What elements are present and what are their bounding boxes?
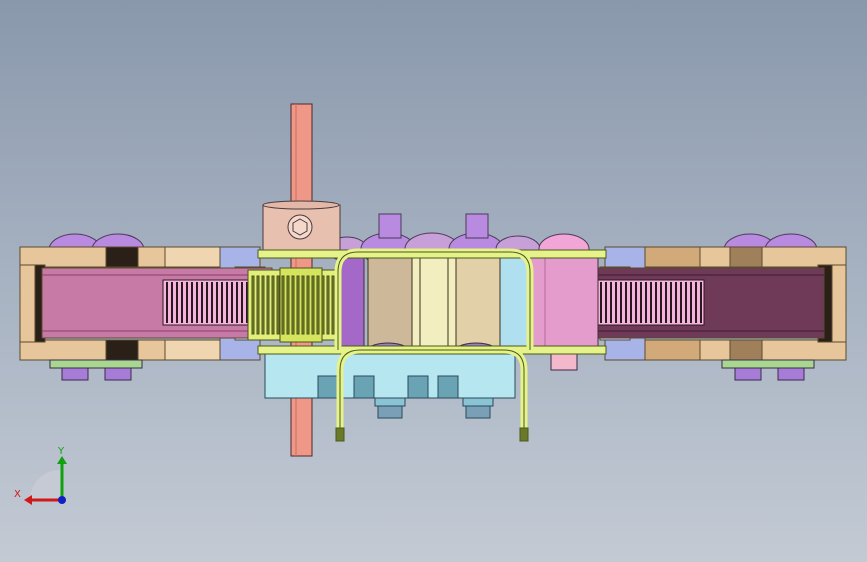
cad-viewport[interactable]: Y X xyxy=(0,0,867,562)
axis-triad-icon: Y X xyxy=(14,446,67,505)
y-axis-label: Y xyxy=(57,446,65,457)
z-axis-dot xyxy=(58,496,66,504)
x-axis-label: X xyxy=(14,489,21,500)
